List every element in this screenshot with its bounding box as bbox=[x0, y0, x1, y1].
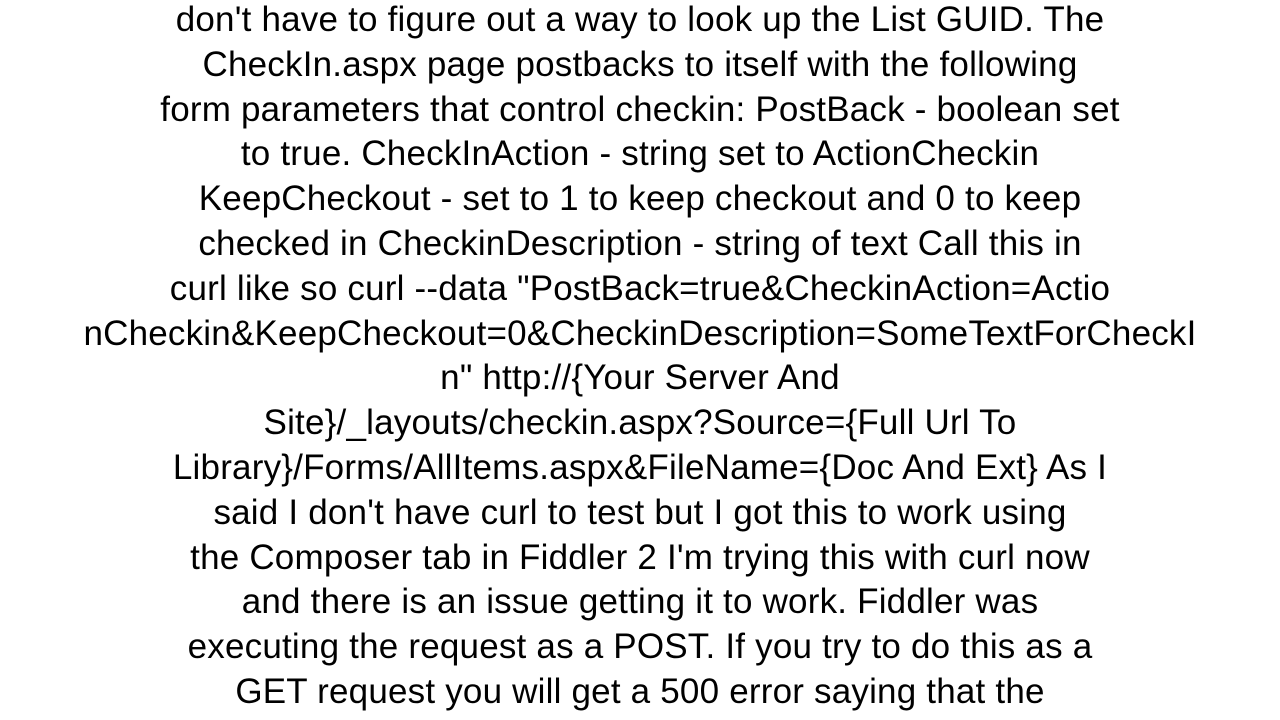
body-text: don't have to figure out a way to look u… bbox=[0, 0, 1280, 715]
